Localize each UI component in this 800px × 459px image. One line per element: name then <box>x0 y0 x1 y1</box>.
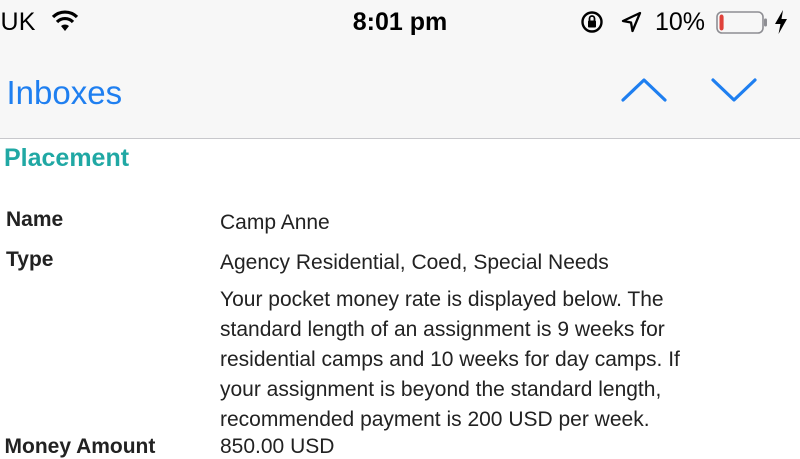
chevron-down-icon[interactable] <box>710 74 758 106</box>
orientation-lock-icon <box>581 11 603 33</box>
pocket-money-description: Your pocket money rate is displayed belo… <box>220 285 780 435</box>
back-to-inboxes-button[interactable]: l Inboxes <box>0 74 122 112</box>
pocket-money-amount-label: et Money Amount <box>0 435 156 458</box>
description-line: residential camps and 10 weeks for day c… <box>220 348 680 371</box>
description-line: recommended payment is 200 USD per week. <box>220 408 650 431</box>
pocket-money-amount-value: 850.00 USD <box>220 435 335 458</box>
location-arrow-icon <box>621 11 642 33</box>
status-bar: -UK 8:01 pm 10% <box>0 0 800 46</box>
name-value: Camp Anne <box>220 211 330 234</box>
type-value: Agency Residential, Coed, Special Needs <box>220 251 609 274</box>
chevron-up-icon[interactable] <box>620 74 668 106</box>
charging-bolt-icon <box>775 10 787 34</box>
message-detail: Placement Name Camp Anne Type Agency Res… <box>0 139 800 458</box>
navigation-bar: l Inboxes <box>0 46 800 139</box>
battery-icon <box>716 11 767 34</box>
description-line: Your pocket money rate is displayed belo… <box>220 288 664 311</box>
description-line: your assignment is beyond the standard l… <box>220 378 662 401</box>
type-label: Type <box>6 248 54 271</box>
name-label: Name <box>6 208 64 231</box>
description-line: standard length of an assignment is 9 we… <box>220 318 665 341</box>
section-title-placement: Placement <box>4 144 130 172</box>
battery-percent: 10% <box>655 8 706 36</box>
